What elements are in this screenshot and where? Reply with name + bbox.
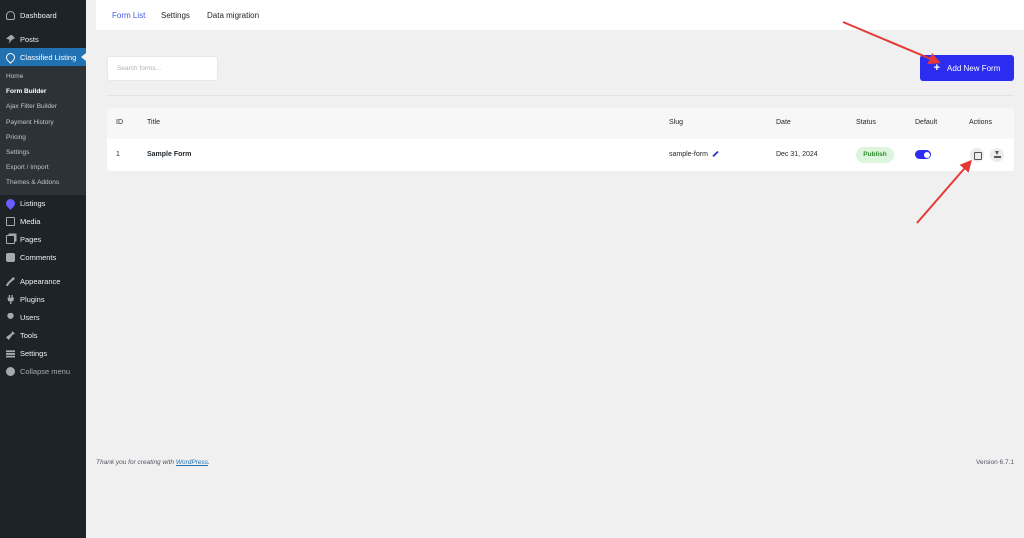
sidebar-item-media[interactable]: Media [0, 213, 86, 231]
search-forms-input[interactable] [107, 56, 218, 81]
sidebar-item-label: Dashboard [20, 10, 57, 20]
sidebar-item-tools[interactable]: Tools [0, 327, 86, 345]
dashboard-icon [6, 10, 15, 20]
admin-sidebar: Dashboard Posts Classified Listing Home … [0, 0, 86, 538]
submenu-item-home[interactable]: Home [0, 69, 86, 84]
submenu-item-payment-history[interactable]: Payment History [0, 115, 86, 130]
toggle-knob [923, 151, 930, 158]
comment-icon [6, 253, 15, 262]
tab-data-migration[interactable]: Data migration [207, 11, 259, 20]
cell-date: Dec 31, 2024 [776, 151, 818, 158]
sidebar-item-label: Tools [20, 331, 38, 340]
table-row: 1 Sample Form sample-form Dec 31, 2024 P… [107, 139, 1014, 171]
add-new-form-label: Add New Form [947, 63, 1001, 73]
classified-listing-submenu: Home Form Builder Ajax Filter Builder Pa… [0, 66, 86, 195]
column-header-slug: Slug [669, 119, 684, 126]
cell-slug: sample-form [669, 150, 719, 158]
column-header-actions: Actions [969, 119, 992, 126]
column-header-status: Status [856, 119, 876, 126]
pages-icon [6, 235, 15, 244]
users-icon [7, 313, 14, 319]
sidebar-item-label: Classified Listing [20, 52, 77, 62]
cell-id: 1 [116, 151, 120, 158]
wordpress-link[interactable]: WordPress [176, 459, 208, 466]
status-badge: Publish [856, 147, 894, 163]
map-marker-icon [4, 50, 17, 64]
submenu-item-settings[interactable]: Settings [0, 145, 86, 160]
footer-thanks-suffix: . [208, 459, 210, 466]
collapse-icon [6, 367, 15, 376]
divider [107, 95, 1014, 96]
sidebar-item-label: Media [20, 217, 41, 226]
table-header: ID Title Slug Date Status Default Action… [107, 108, 1014, 139]
sidebar-item-label: Appearance [20, 277, 61, 286]
sidebar-item-label: Pages [20, 235, 42, 244]
sidebar-item-label: Listings [20, 199, 46, 208]
map-marker-icon [4, 197, 17, 210]
plus-icon: + [933, 61, 941, 74]
submenu-item-export-import[interactable]: Export / Import [0, 160, 86, 175]
sidebar-item-listings[interactable]: Listings [0, 195, 86, 213]
sidebar-item-pages[interactable]: Pages [0, 231, 86, 249]
pin-icon [6, 34, 15, 44]
sidebar-item-label: Collapse menu [20, 367, 71, 376]
column-header-default: Default [915, 119, 938, 126]
submenu-item-themes-addons[interactable]: Themes & Addons [0, 175, 86, 190]
sidebar-item-users[interactable]: Users [0, 309, 86, 327]
plugin-icon [7, 295, 15, 304]
submenu-item-pricing[interactable]: Pricing [0, 130, 86, 145]
forms-table: ID Title Slug Date Status Default Action… [107, 108, 1014, 171]
submenu-item-form-builder[interactable]: Form Builder [0, 84, 86, 99]
collapse-menu-button[interactable]: Collapse menu [0, 363, 86, 381]
media-icon [6, 217, 15, 226]
default-toggle[interactable] [915, 150, 931, 159]
sidebar-item-plugins[interactable]: Plugins [0, 291, 86, 309]
column-header-date: Date [776, 119, 791, 126]
footer-thanks-text: Thank you for creating with [96, 459, 176, 466]
cell-title[interactable]: Sample Form [147, 151, 191, 158]
sidebar-item-label: Users [20, 313, 40, 322]
sidebar-item-label: Posts [20, 34, 39, 44]
add-new-form-button[interactable]: + Add New Form [920, 55, 1014, 81]
footer-version: Version 6.7.1 [976, 459, 1014, 466]
sidebar-item-appearance[interactable]: Appearance [0, 273, 86, 291]
sidebar-item-label: Plugins [20, 295, 45, 304]
column-header-id: ID [116, 119, 123, 126]
sidebar-item-settings[interactable]: Settings [0, 345, 86, 363]
sidebar-item-posts[interactable]: Posts [0, 30, 86, 48]
brush-icon [6, 277, 15, 286]
settings-icon [6, 350, 15, 358]
tab-settings[interactable]: Settings [161, 11, 190, 20]
sidebar-item-label: Settings [20, 349, 48, 358]
submenu-item-ajax-filter-builder[interactable]: Ajax Filter Builder [0, 99, 86, 114]
sidebar-item-label: Comments [20, 253, 57, 262]
edit-form-button[interactable] [970, 148, 984, 162]
tab-form-list[interactable]: Form List [112, 11, 145, 20]
arrow-to-edit-button [916, 159, 972, 224]
column-header-title: Title [147, 119, 160, 126]
sidebar-item-comments[interactable]: Comments [0, 249, 86, 267]
slug-text: sample-form [669, 151, 708, 158]
sidebar-item-dashboard[interactable]: Dashboard [0, 6, 86, 24]
tab-bar: Form List Settings Data migration [96, 0, 1024, 30]
tools-icon [6, 331, 15, 340]
sidebar-item-classified-listing[interactable]: Classified Listing [0, 48, 86, 66]
footer-thanks: Thank you for creating with WordPress. [96, 459, 210, 466]
pencil-icon[interactable] [712, 150, 719, 158]
export-form-button[interactable] [990, 148, 1004, 162]
